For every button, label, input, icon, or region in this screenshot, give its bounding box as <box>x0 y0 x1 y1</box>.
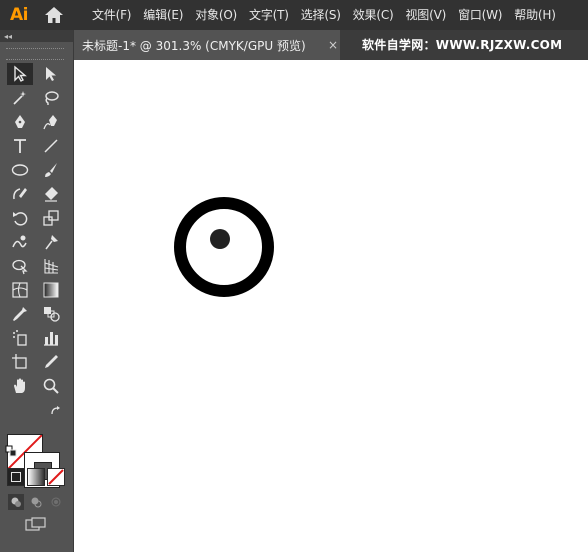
watermark-text: 软件自学网：WWW.RJZXW.COM <box>362 38 563 52</box>
slice-tool-icon[interactable] <box>38 351 64 373</box>
default-fill-stroke-icon[interactable] <box>4 444 18 458</box>
zoom-tool-icon[interactable] <box>38 375 64 397</box>
selection-tool-icon[interactable] <box>7 63 33 85</box>
warp-tool-icon[interactable] <box>7 231 33 253</box>
screen-mode-icon[interactable] <box>24 516 48 532</box>
document-tab[interactable]: 未标题-1* @ 301.3% (CMYK/GPU 预览) × <box>74 30 340 60</box>
magic-wand-tool-icon[interactable] <box>7 87 33 109</box>
curvature-tool-icon[interactable] <box>38 111 64 133</box>
symbol-sprayer-tool-icon[interactable] <box>7 327 33 349</box>
menu-file[interactable]: 文件(F) <box>86 0 137 30</box>
draw-normal-icon[interactable] <box>8 494 24 510</box>
menu-help[interactable]: 帮助(H) <box>508 0 561 30</box>
center-dot <box>210 229 230 249</box>
direct-selection-tool-icon[interactable] <box>38 63 64 85</box>
column-graph-tool-icon[interactable] <box>38 327 64 349</box>
menu-object[interactable]: 对象(O) <box>189 0 243 30</box>
tools-panel: ◂◂ <box>0 30 74 552</box>
collapse-panel-button[interactable]: ◂◂ <box>0 30 73 42</box>
perspective-grid-tool-icon[interactable] <box>38 255 64 277</box>
gradient-mode-button[interactable] <box>27 468 45 486</box>
lasso-tool-icon[interactable] <box>38 87 64 109</box>
document-tab-bar: 未标题-1* @ 301.3% (CMYK/GPU 预览) × 软件自学网：WW… <box>74 30 588 60</box>
menu-view[interactable]: 视图(V) <box>399 0 452 30</box>
draw-behind-icon[interactable] <box>28 494 44 510</box>
menu-effect[interactable]: 效果(C) <box>347 0 400 30</box>
scale-tool-icon[interactable] <box>38 207 64 229</box>
gradient-tool-icon[interactable] <box>38 279 64 301</box>
rotate-tool-icon[interactable] <box>7 207 33 229</box>
circle-artwork[interactable] <box>172 195 276 299</box>
paintbrush-tool-icon[interactable] <box>38 159 64 181</box>
panel-grip[interactable] <box>6 48 64 60</box>
mesh-tool-icon[interactable] <box>7 279 33 301</box>
line-segment-tool-icon[interactable] <box>38 135 64 157</box>
artboard-tool-icon[interactable] <box>7 351 33 373</box>
home-icon[interactable] <box>40 0 68 30</box>
app-logo: Ai <box>10 5 28 25</box>
eraser-tool-icon[interactable] <box>38 183 64 205</box>
color-mode-button[interactable] <box>7 468 25 486</box>
document-tab-title: 未标题-1* @ 301.3% (CMYK/GPU 预览) <box>82 38 306 53</box>
draw-inside-icon[interactable] <box>48 494 64 510</box>
canvas[interactable] <box>74 60 588 552</box>
menu-window[interactable]: 窗口(W) <box>452 0 508 30</box>
shape-builder-tool-icon[interactable] <box>7 255 33 277</box>
ellipse-tool-icon[interactable] <box>7 159 33 181</box>
puppet-warp-tool-icon[interactable] <box>38 231 64 253</box>
swap-fill-stroke-icon[interactable] <box>49 404 63 418</box>
pen-tool-icon[interactable] <box>7 111 33 133</box>
none-mode-button[interactable] <box>47 468 65 486</box>
shaper-tool-icon[interactable] <box>7 183 33 205</box>
blend-tool-icon[interactable] <box>38 303 64 325</box>
menu-type[interactable]: 文字(T) <box>243 0 295 30</box>
eyedropper-tool-icon[interactable] <box>7 303 33 325</box>
main-menu: 文件(F) 编辑(E) 对象(O) 文字(T) 选择(S) 效果(C) 视图(V… <box>86 0 562 30</box>
menu-bar: Ai 文件(F) 编辑(E) 对象(O) 文字(T) 选择(S) 效果(C) 视… <box>0 0 588 30</box>
close-icon[interactable]: × <box>326 30 340 60</box>
menu-select[interactable]: 选择(S) <box>295 0 347 30</box>
type-tool-icon[interactable] <box>7 135 33 157</box>
menu-edit[interactable]: 编辑(E) <box>137 0 189 30</box>
hand-tool-icon[interactable] <box>7 375 33 397</box>
